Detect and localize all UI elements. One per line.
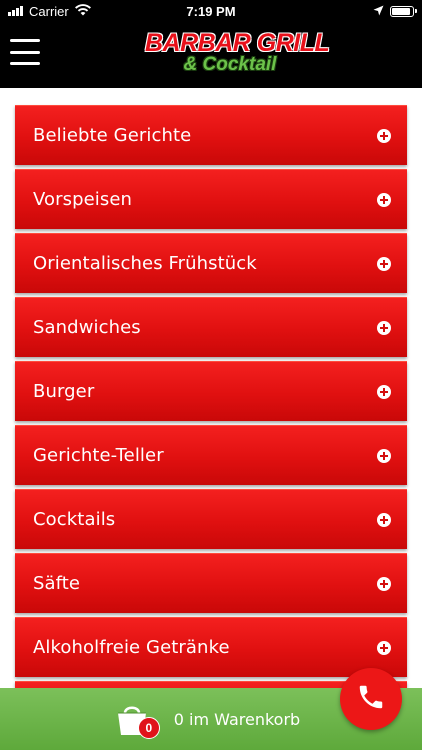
plus-circle-icon [377,320,391,335]
category-label: Burger [33,381,95,402]
signal-icon [8,6,23,16]
cart-label: 0 im Warenkorb [173,709,301,729]
plus-circle-icon [377,384,391,399]
category-label: Cocktails [33,509,116,530]
hamburger-icon-line [10,39,40,42]
cart-count-badge: 0 [137,717,160,739]
category-label: Alkoholfreie Getränke [33,637,230,658]
call-button[interactable] [340,668,402,730]
cart-inner: 0 0 im Warenkorb [112,699,300,739]
category-item[interactable]: Beliebte Gerichte [15,105,407,165]
wifi-icon [74,3,91,19]
shopping-bag-icon: 0 [112,699,160,739]
category-item[interactable]: Burger [15,361,407,421]
location-arrow-icon [373,4,384,19]
plus-circle-icon [377,128,391,143]
plus-circle-icon [377,256,391,271]
plus-circle-icon [377,576,391,591]
plus-circle-icon [377,448,391,463]
plus-circle-icon [377,192,391,207]
status-right [373,4,417,19]
category-label: Orientalisches Frühstück [33,253,257,274]
hamburger-icon-line [10,50,40,54]
category-item[interactable]: Alkoholfreie Getränke [15,617,407,677]
category-label: Säfte [33,573,81,594]
category-label: Gerichte-Teller [33,445,164,466]
category-item[interactable]: Gerichte-Teller [15,425,407,485]
category-label: Beliebte Gerichte [33,125,192,146]
phone-icon [356,682,386,717]
restaurant-logo[interactable]: BARBAR GRILL & Cocktail [145,28,330,82]
hamburger-menu-button[interactable] [10,39,40,65]
plus-circle-icon [377,512,391,527]
carrier-name: Carrier [29,3,69,19]
category-item[interactable]: Säfte [15,553,407,613]
category-item[interactable]: Sandwiches [15,297,407,357]
battery-icon [390,5,417,17]
hamburger-icon-line [10,62,40,65]
category-list: Beliebte Gerichte Vorspeisen Orientalisc… [15,105,407,688]
category-item[interactable]: Vorspeisen [15,169,407,229]
category-label: Vorspeisen [33,189,133,210]
status-left: Carrier [8,4,91,19]
menu-content[interactable]: Beliebte Gerichte Vorspeisen Orientalisc… [0,88,422,688]
plus-circle-icon [377,640,391,655]
app-header: BARBAR GRILL & Cocktail [0,22,422,88]
category-item[interactable]: Orientalisches Frühstück [15,233,407,293]
logo-sub-text: & Cocktail [183,54,277,75]
category-item[interactable]: Cocktails [15,489,407,549]
category-label: Sandwiches [33,317,141,338]
status-bar: Carrier 7:19 PM [0,0,422,22]
